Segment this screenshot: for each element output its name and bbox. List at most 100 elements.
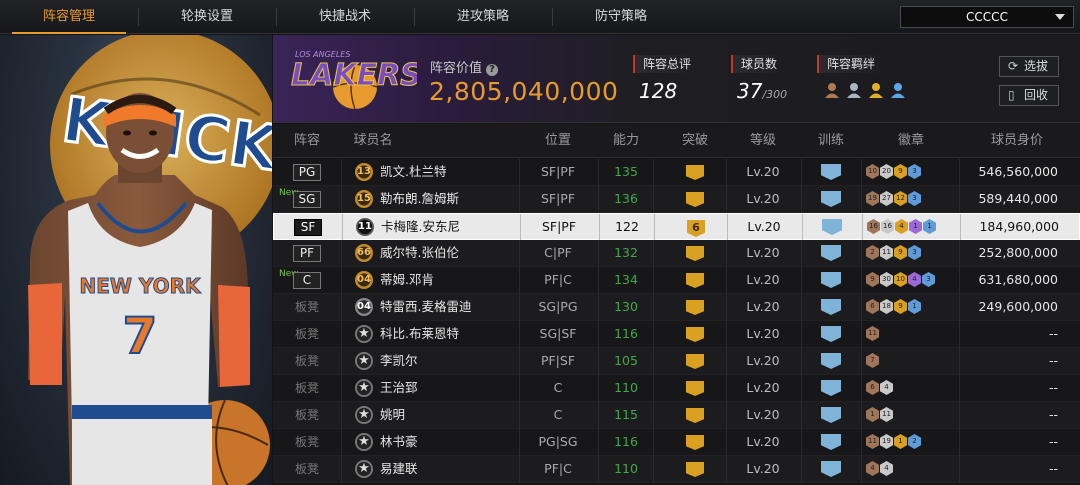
lineup-slot[interactable]: 板凳 (273, 348, 341, 374)
bond-gold-icon[interactable] (867, 81, 885, 99)
table-row[interactable]: 板凳 ★ 李凯尔 PF|SF 105 Lv.20 7 -- (273, 348, 1080, 375)
column-header-breakthrough[interactable]: 突破 (668, 124, 722, 158)
training-cell[interactable] (806, 321, 856, 347)
table-row[interactable]: PF 66 威尔特.张伯伦 C|PF 132 Lv.20 2 11 9 3 252,800,000 (273, 240, 1080, 267)
training-cell[interactable] (806, 375, 856, 401)
lineup-slot[interactable]: SG (273, 186, 341, 212)
column-header-position[interactable]: 位置 (521, 124, 595, 158)
player-name[interactable]: 李凯尔 (380, 348, 520, 374)
badges-cell[interactable]: 10 20 9 3 (866, 159, 956, 185)
badges-cell[interactable]: 2 11 9 3 (866, 240, 956, 266)
column-header-training[interactable]: 训练 (806, 124, 856, 158)
training-cell[interactable] (806, 456, 856, 482)
bond-blue-icon[interactable] (889, 81, 907, 99)
breakthrough-cell[interactable] (668, 348, 722, 374)
column-header-badges[interactable]: 徽章 (866, 124, 956, 158)
training-cell[interactable] (806, 348, 856, 374)
breakthrough-cell[interactable] (668, 429, 722, 455)
tab-offense[interactable]: 进攻策略 (426, 0, 540, 34)
jersey-number-badge: 11 (356, 218, 374, 236)
breakthrough-cell[interactable] (668, 159, 722, 185)
badges-cell[interactable]: 11 (866, 321, 956, 347)
tab-defense[interactable]: 防守策略 (564, 0, 678, 34)
column-divider (727, 214, 728, 241)
badges-cell[interactable]: 11 19 1 2 (866, 429, 956, 455)
player-name[interactable]: 科比.布莱恩特 (380, 321, 520, 347)
lineup-slot[interactable]: PG (273, 159, 341, 185)
breakthrough-cell[interactable] (668, 402, 722, 428)
table-row[interactable]: 板凳 ★ 林书豪 PG|SG 116 Lv.20 11 19 1 2 -- (273, 429, 1080, 456)
select-button[interactable]: ⟳ 选拔 (999, 56, 1059, 77)
column-header-name[interactable]: 球员名 (343, 124, 403, 158)
column-header-ability[interactable]: 能力 (603, 124, 649, 158)
lineup-slot[interactable]: 板凳 (273, 294, 341, 320)
breakthrough-cell[interactable] (668, 267, 722, 293)
training-cell[interactable] (806, 186, 856, 212)
lineup-slot[interactable]: C (273, 267, 341, 293)
player-name[interactable]: 威尔特.张伯伦 (380, 240, 520, 266)
table-row[interactable]: 板凳 ★ 科比.布莱恩特 SG|SF 116 Lv.20 11 -- (273, 321, 1080, 348)
team-select-dropdown[interactable]: CCCCC (900, 6, 1074, 28)
player-position: SG|PG (538, 299, 578, 314)
player-name[interactable]: 勒布朗.詹姆斯 (380, 186, 520, 212)
player-name[interactable]: 凯文.杜兰特 (380, 159, 520, 185)
table-row[interactable]: New C 04 蒂姆.邓肯 PF|C 134 Lv.20 9 30 10 4 3 631,680,00… (273, 267, 1080, 294)
player-name[interactable]: 蒂姆.邓肯 (380, 267, 520, 293)
lineup-summary-header: LOS ANGELES LAKERS 阵容价值? 2,805,040,000 阵… (273, 35, 1080, 123)
breakthrough-cell[interactable] (668, 456, 722, 482)
training-cell[interactable] (806, 294, 856, 320)
breakthrough-cell[interactable]: 6 (669, 214, 723, 240)
tab-tactics[interactable]: 快捷战术 (288, 0, 402, 34)
training-cell[interactable] (807, 214, 857, 240)
help-icon[interactable]: ? (486, 64, 499, 76)
badges-cell[interactable]: 9 30 10 4 3 (866, 267, 956, 293)
training-cell[interactable] (806, 240, 856, 266)
lineup-slot[interactable]: 板凳 (273, 402, 341, 428)
player-name[interactable]: 卡梅隆.安东尼 (381, 214, 521, 240)
breakthrough-cell[interactable] (668, 294, 722, 320)
badges-cell[interactable]: 19 27 12 3 (866, 186, 956, 212)
lineup-slot[interactable]: 板凳 (273, 456, 341, 482)
table-row[interactable]: 板凳 ★ 姚明 C 115 Lv.20 1 11 -- (273, 402, 1080, 429)
column-header-lineup[interactable]: 阵容 (273, 124, 341, 158)
table-row[interactable]: SF 11 卡梅隆.安东尼 SF|PF 122 6 Lv.20 16 16 4 1 1 184,960,… (273, 213, 1080, 241)
table-row[interactable]: 板凳 ★ 易建联 PF|C 110 Lv.20 4 4 -- (273, 456, 1080, 483)
lineup-slot[interactable]: 板凳 (273, 321, 341, 347)
table-row[interactable]: New SG 15 勒布朗.詹姆斯 SF|PF 136 Lv.20 19 27 12 3 589,44… (273, 186, 1080, 213)
breakthrough-cell[interactable] (668, 240, 722, 266)
player-name[interactable]: 王治郅 (380, 375, 520, 401)
badges-cell[interactable]: 64 (866, 375, 956, 401)
column-header-worth[interactable]: 球员身价 (963, 124, 1071, 158)
training-cell[interactable] (806, 267, 856, 293)
tab-lineup[interactable]: 阵容管理 (12, 0, 126, 34)
badges-cell[interactable]: 44 (866, 456, 956, 482)
player-name[interactable]: 易建联 (380, 456, 520, 482)
table-row[interactable]: 板凳 ★ 王治郅 C 110 Lv.20 6 4 -- (273, 375, 1080, 402)
breakthrough-cell[interactable] (668, 186, 722, 212)
table-row[interactable]: PG 13 凯文.杜兰特 SF|PF 135 Lv.20 10 20 9 3 546,560,000 (273, 159, 1080, 186)
badges-cell[interactable]: 7 (866, 348, 956, 374)
lineup-slot[interactable]: 板凳 (273, 375, 341, 401)
table-row[interactable]: 板凳 04 特雷西.麦格雷迪 SG|PG 130 Lv.20 6 18 9 1 249,600,00… (273, 294, 1080, 321)
training-cell[interactable] (806, 159, 856, 185)
bond-bronze-icon[interactable] (823, 81, 841, 99)
bond-silver-icon[interactable] (845, 81, 863, 99)
column-header-level[interactable]: 等级 (728, 124, 798, 158)
player-name[interactable]: 姚明 (380, 402, 520, 428)
column-divider (342, 214, 343, 241)
player-level: Lv.20 (746, 434, 780, 449)
recycle-button[interactable]: ▯ 回收 (999, 85, 1059, 106)
badges-cell[interactable]: 1 11 (866, 402, 956, 428)
player-name[interactable]: 特雷西.麦格雷迪 (380, 294, 520, 320)
player-name[interactable]: 林书豪 (380, 429, 520, 455)
badges-cell[interactable]: 16 16 4 1 1 (867, 214, 957, 240)
breakthrough-cell[interactable] (668, 375, 722, 401)
training-cell[interactable] (806, 429, 856, 455)
lineup-slot[interactable]: PF (273, 240, 341, 266)
breakthrough-cell[interactable] (668, 321, 722, 347)
badges-cell[interactable]: 6 18 9 1 (866, 294, 956, 320)
lineup-slot[interactable]: SF (274, 214, 342, 240)
tab-rotation[interactable]: 轮换设置 (150, 0, 264, 34)
training-cell[interactable] (806, 402, 856, 428)
lineup-slot[interactable]: 板凳 (273, 429, 341, 455)
